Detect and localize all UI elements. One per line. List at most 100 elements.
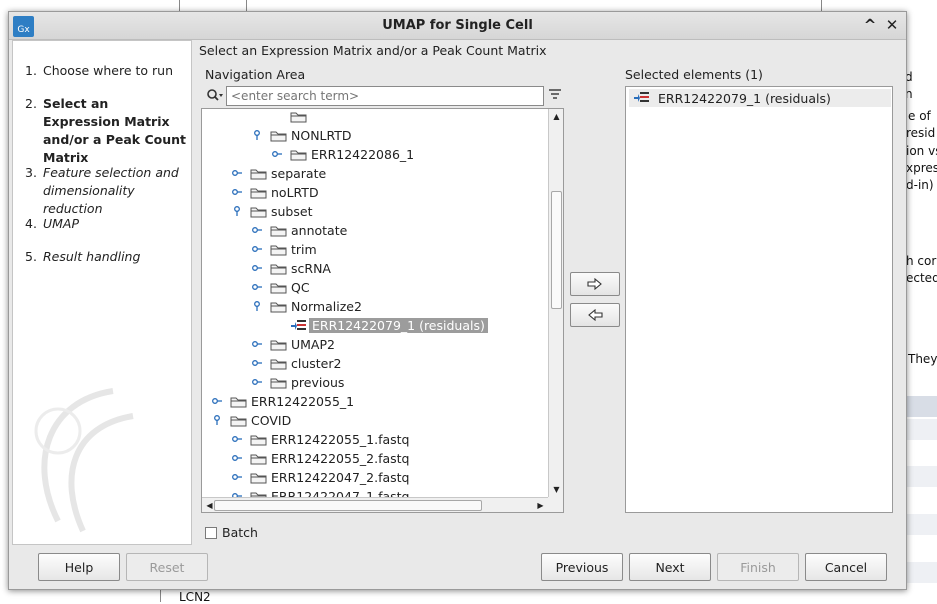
remove-from-selection-button[interactable] bbox=[570, 303, 620, 327]
umap-dialog: Gx UMAP for Single Cell ^ ✕ 1. Choose wh… bbox=[8, 11, 907, 590]
tree-collapsed-toggle-icon[interactable] bbox=[252, 263, 262, 273]
dialog-button-bar: Help Reset Previous Next Finish Cancel bbox=[12, 548, 903, 588]
tree-collapsed-toggle-icon[interactable] bbox=[272, 149, 282, 159]
tree-node[interactable]: UMAP2 bbox=[270, 335, 335, 354]
previous-button[interactable]: Previous bbox=[541, 553, 623, 581]
step-2-current: 2. Select an Expression Matrix and/or a … bbox=[25, 95, 187, 167]
selected-elements-label: Selected elements (1) bbox=[625, 67, 763, 82]
open-folder-icon bbox=[270, 302, 287, 313]
step-4: 4. UMAP bbox=[25, 215, 187, 233]
tree-node-label: trim bbox=[291, 242, 317, 257]
tree-collapsed-toggle-icon[interactable] bbox=[252, 244, 262, 254]
tree-node[interactable]: ERR12422055_1.fastq bbox=[250, 430, 409, 449]
tree-collapsed-toggle-icon[interactable] bbox=[252, 282, 262, 292]
batch-option[interactable]: Batch bbox=[205, 525, 258, 540]
cancel-button[interactable]: Cancel bbox=[805, 553, 887, 581]
tree-collapsed-toggle-icon[interactable] bbox=[252, 339, 262, 349]
expression-matrix-icon bbox=[634, 92, 649, 102]
scrollbar-thumb[interactable] bbox=[551, 191, 562, 309]
reset-button[interactable]: Reset bbox=[126, 553, 208, 581]
folder-icon bbox=[230, 397, 247, 408]
finish-button[interactable]: Finish bbox=[717, 553, 799, 581]
step-label: Select an Expression Matrix and/or a Pea… bbox=[43, 96, 187, 165]
tree-node[interactable]: subset bbox=[250, 202, 312, 221]
tree-node[interactable]: ERR12422079_1 (residuals) bbox=[290, 316, 488, 335]
tree-node[interactable]: ERR12422047_1.fastq bbox=[250, 487, 409, 497]
tree-row-partial bbox=[290, 109, 311, 126]
batch-label: Batch bbox=[222, 525, 258, 540]
tree-node[interactable]: separate bbox=[250, 164, 326, 183]
tree-node[interactable]: Normalize2 bbox=[270, 297, 362, 316]
expression-matrix-icon bbox=[291, 319, 306, 330]
tree-collapsed-toggle-icon[interactable] bbox=[252, 225, 262, 235]
selected-elements-list[interactable]: ERR12422079_1 (residuals) bbox=[625, 86, 893, 513]
tree-node[interactable]: ERR12422055_1 bbox=[230, 392, 354, 411]
tree-node-label: ERR12422047_1.fastq bbox=[271, 489, 410, 497]
tree-node-label: Normalize2 bbox=[291, 299, 362, 314]
tree-node[interactable]: COVID bbox=[230, 411, 291, 430]
tree-node[interactable]: ERR12422086_1 bbox=[290, 145, 414, 164]
tree-node[interactable]: noLRTD bbox=[250, 183, 319, 202]
arrow-right-icon bbox=[587, 278, 602, 290]
scroll-down-icon[interactable]: ▼ bbox=[549, 482, 563, 497]
add-to-selection-button[interactable] bbox=[570, 272, 620, 296]
tree-collapsed-toggle-icon[interactable] bbox=[212, 396, 222, 406]
scroll-right-icon[interactable]: ▶ bbox=[533, 498, 548, 512]
step-label: Feature selection and dimensionality red… bbox=[43, 165, 179, 216]
step-number: 5. bbox=[25, 249, 37, 264]
tree-node-label: UMAP2 bbox=[291, 337, 335, 352]
vertical-scrollbar[interactable]: ▲ ▼ bbox=[548, 109, 563, 497]
tree-node[interactable]: annotate bbox=[270, 221, 347, 240]
tree-node-label: QC bbox=[291, 280, 310, 295]
tree-node[interactable]: trim bbox=[270, 240, 317, 259]
tree-node-label: ERR12422079_1 (residuals) bbox=[309, 318, 488, 333]
step-label: UMAP bbox=[43, 216, 80, 231]
navigation-tree[interactable]: NONLRTD ERR12422086_1 separate noLRTD subset… bbox=[201, 108, 564, 513]
folder-icon bbox=[250, 169, 267, 180]
batch-checkbox[interactable] bbox=[205, 526, 217, 539]
bg-fragment: They bbox=[908, 352, 937, 366]
search-icon[interactable] bbox=[206, 88, 224, 104]
tree-expanded-toggle-icon[interactable] bbox=[252, 130, 262, 140]
filter-icon[interactable] bbox=[548, 88, 562, 102]
tree-expanded-toggle-icon[interactable] bbox=[232, 206, 242, 216]
tree-expanded-toggle-icon[interactable] bbox=[212, 415, 222, 425]
tree-node[interactable]: NONLRTD bbox=[270, 126, 352, 145]
collapse-icon[interactable]: ^ bbox=[860, 15, 880, 35]
tree-collapsed-toggle-icon[interactable] bbox=[252, 377, 262, 387]
bg-fragment: d-in) bbox=[906, 178, 934, 192]
step-label: Result handling bbox=[43, 249, 141, 264]
horizontal-scrollbar[interactable]: ◀ ▶ bbox=[202, 497, 548, 512]
step-number: 1. bbox=[25, 63, 37, 78]
step-label: Choose where to run bbox=[43, 63, 173, 78]
tree-node[interactable]: previous bbox=[270, 373, 344, 392]
close-icon[interactable]: ✕ bbox=[882, 15, 902, 35]
tree-node[interactable]: scRNA bbox=[270, 259, 331, 278]
selected-element-label: ERR12422079_1 (residuals) bbox=[658, 90, 831, 106]
tree-collapsed-toggle-icon[interactable] bbox=[232, 434, 242, 444]
tree-node-label: ERR12422055_1.fastq bbox=[271, 432, 410, 447]
open-folder-icon bbox=[230, 416, 247, 427]
tree-collapsed-toggle-icon[interactable] bbox=[232, 187, 242, 197]
scroll-up-icon[interactable]: ▲ bbox=[549, 109, 563, 124]
tree-collapsed-toggle-icon[interactable] bbox=[232, 168, 242, 178]
tree-node[interactable]: QC bbox=[270, 278, 310, 297]
tree-collapsed-toggle-icon[interactable] bbox=[252, 358, 262, 368]
tree-node[interactable]: ERR12422055_2.fastq bbox=[250, 449, 409, 468]
tree-expanded-toggle-icon[interactable] bbox=[252, 301, 262, 311]
selected-element-item[interactable]: ERR12422079_1 (residuals) bbox=[629, 89, 891, 107]
tree-node-label: noLRTD bbox=[271, 185, 319, 200]
help-button[interactable]: Help bbox=[38, 553, 120, 581]
tree-viewport: NONLRTD ERR12422086_1 separate noLRTD subset… bbox=[202, 109, 548, 497]
tree-node[interactable]: cluster2 bbox=[270, 354, 341, 373]
tree-collapsed-toggle-icon[interactable] bbox=[232, 472, 242, 482]
tree-collapsed-toggle-icon[interactable] bbox=[232, 453, 242, 463]
scrollbar-thumb[interactable] bbox=[214, 500, 482, 511]
tree-node[interactable]: ERR12422047_2.fastq bbox=[250, 468, 409, 487]
next-button[interactable]: Next bbox=[629, 553, 711, 581]
folder-icon bbox=[270, 378, 287, 389]
bg-fragment: resid bbox=[906, 126, 936, 140]
search-input[interactable] bbox=[226, 86, 544, 106]
folder-icon bbox=[270, 245, 287, 256]
open-folder-icon bbox=[250, 207, 267, 218]
